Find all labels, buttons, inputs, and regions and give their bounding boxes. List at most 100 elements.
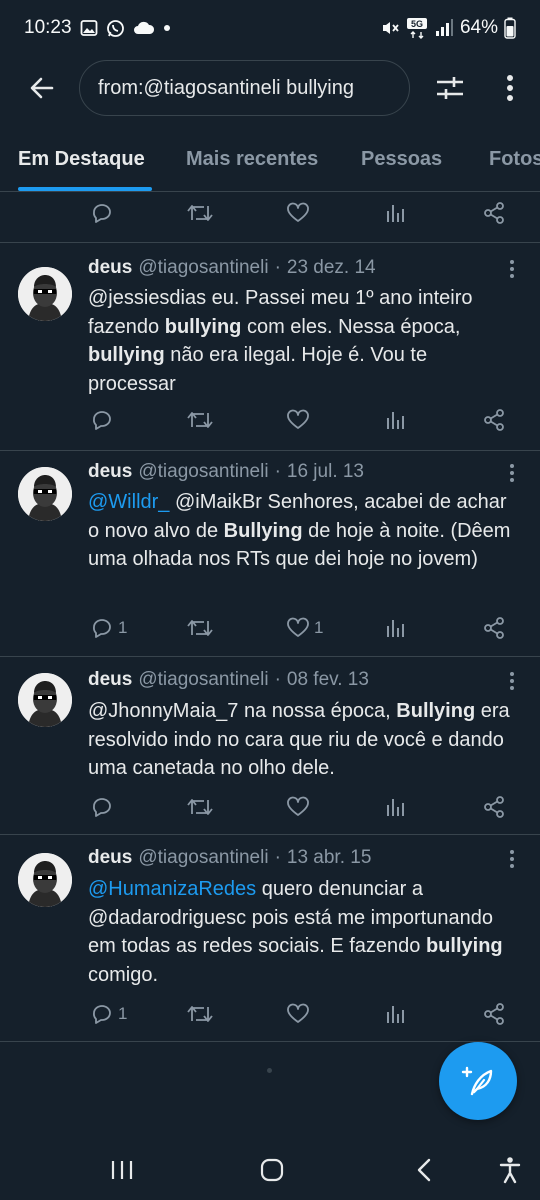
back-nav-button[interactable]	[404, 1152, 444, 1188]
views-icon	[387, 799, 404, 816]
avatar[interactable]	[18, 467, 72, 521]
avatar[interactable]	[18, 673, 72, 727]
tweet-header: deus @tiagosantineli · 08 fev. 13	[88, 669, 369, 695]
separator-dot: ·	[274, 847, 281, 868]
views-icon	[387, 1006, 404, 1023]
search-query: from:@tiagosantineli bullying	[98, 76, 354, 99]
accessibility-icon	[499, 1157, 521, 1184]
tweet[interactable]: deus @tiagosantineli · 13 abr. 15 @Human…	[0, 835, 540, 1041]
more-vertical-icon	[510, 260, 514, 278]
reply-button[interactable]	[90, 400, 118, 440]
like-button[interactable]: 1	[286, 608, 323, 648]
author-name[interactable]: deus	[88, 461, 132, 483]
search-input[interactable]: from:@tiagosantineli bullying	[79, 60, 410, 116]
more-vertical-icon	[510, 672, 514, 690]
tab-pessoas[interactable]: Pessoas	[361, 148, 442, 171]
tweet-more-button[interactable]	[500, 847, 524, 871]
like-button[interactable]	[286, 193, 310, 233]
share-button[interactable]	[482, 608, 506, 648]
reply-button[interactable]	[90, 787, 118, 827]
reply-button[interactable]	[90, 193, 114, 233]
tab-em-destaque[interactable]: Em Destaque	[18, 148, 145, 171]
keyword-highlight: bullying	[164, 315, 242, 338]
share-button[interactable]	[482, 994, 506, 1034]
tweet-actions	[0, 193, 540, 233]
accessibility-button[interactable]	[490, 1152, 530, 1188]
mute-icon	[380, 18, 400, 38]
back-button[interactable]	[22, 68, 62, 108]
like-count: 1	[314, 618, 324, 637]
clock: 10:23	[24, 17, 72, 38]
reply-count: 1	[118, 1004, 128, 1023]
tweet-more-button[interactable]	[500, 669, 524, 693]
chevron-left-icon	[417, 1158, 431, 1182]
avatar[interactable]	[18, 267, 72, 321]
author-handle[interactable]: @tiagosantineli	[138, 847, 268, 869]
avatar[interactable]	[18, 853, 72, 907]
retweet-button[interactable]	[186, 400, 214, 440]
recent-apps-button[interactable]	[102, 1152, 142, 1188]
compose-button[interactable]	[439, 1042, 517, 1120]
heart-icon	[287, 796, 309, 816]
tweet-date[interactable]: 13 abr. 15	[287, 847, 372, 869]
share-button[interactable]	[482, 193, 506, 233]
tweet[interactable]: deus @tiagosantineli · 08 fev. 13 @Jhonn…	[0, 657, 540, 835]
search-tabs: Em Destaque Mais recentes Pessoas Fotos	[0, 130, 540, 192]
divider	[0, 1041, 540, 1042]
tweet-more-button[interactable]	[500, 257, 524, 281]
tweet[interactable]: deus @tiagosantineli · 16 jul. 13 @Willd…	[0, 451, 540, 656]
search-filter-button[interactable]	[432, 70, 468, 106]
tweet[interactable]: deus @tiagosantineli · 23 dez. 14 @jessi…	[0, 243, 540, 451]
mention-link[interactable]: @HumanizaRedes	[88, 878, 256, 900]
retweet-button[interactable]	[186, 787, 214, 827]
like-button[interactable]	[286, 994, 314, 1034]
like-button[interactable]	[286, 787, 314, 827]
reply-button[interactable]: 1	[90, 608, 127, 648]
reply-count: 1	[118, 618, 128, 637]
tweet-date[interactable]: 08 fev. 13	[287, 669, 369, 691]
share-icon	[484, 202, 504, 224]
author-handle[interactable]: @tiagosantineli	[138, 461, 268, 483]
share-button[interactable]	[482, 400, 506, 440]
views-icon	[387, 205, 404, 222]
like-button[interactable]	[286, 400, 314, 440]
reply-button[interactable]: 1	[90, 994, 127, 1034]
tweet-text: @HumanizaRedes quero denunciar a @dadaro…	[88, 875, 518, 989]
reply-icon	[93, 1005, 111, 1024]
separator-dot: ·	[274, 461, 281, 482]
views-button[interactable]	[385, 994, 407, 1034]
share-icon	[484, 617, 504, 639]
home-button[interactable]	[252, 1152, 292, 1188]
5g-icon: 5G	[406, 17, 428, 39]
retweet-button[interactable]	[186, 608, 214, 648]
author-name[interactable]: deus	[88, 669, 132, 691]
retweet-button[interactable]	[186, 193, 214, 233]
more-options-button[interactable]	[496, 70, 524, 106]
heart-icon	[287, 409, 309, 429]
tweet-date[interactable]: 16 jul. 13	[287, 461, 364, 483]
tweet-header: deus @tiagosantineli · 13 abr. 15	[88, 847, 371, 873]
tweet-text: @JhonnyMaia_7 na nossa época, Bullying e…	[88, 697, 518, 783]
mention-link[interactable]: @Willdr_	[88, 491, 169, 513]
author-name[interactable]: deus	[88, 257, 132, 279]
reply-icon	[93, 204, 111, 223]
share-button[interactable]	[482, 787, 506, 827]
views-button[interactable]	[385, 193, 407, 233]
loading-indicator	[267, 1068, 272, 1073]
battery-icon	[504, 17, 516, 39]
tab-mais-recentes[interactable]: Mais recentes	[186, 148, 318, 171]
author-name[interactable]: deus	[88, 847, 132, 869]
tweet-date[interactable]: 23 dez. 14	[287, 257, 376, 279]
tweet-more-button[interactable]	[500, 461, 524, 485]
tab-fotos[interactable]: Fotos	[489, 148, 540, 171]
tweet-actions	[0, 400, 540, 440]
retweet-button[interactable]	[186, 994, 214, 1034]
tweet-actions	[0, 787, 540, 827]
views-button[interactable]	[385, 787, 407, 827]
author-handle[interactable]: @tiagosantineli	[138, 257, 268, 279]
status-bar: 10:23 5G 64%	[0, 0, 540, 56]
views-button[interactable]	[385, 608, 407, 648]
retweet-icon	[187, 1006, 213, 1022]
author-handle[interactable]: @tiagosantineli	[138, 669, 268, 691]
views-button[interactable]	[385, 400, 407, 440]
